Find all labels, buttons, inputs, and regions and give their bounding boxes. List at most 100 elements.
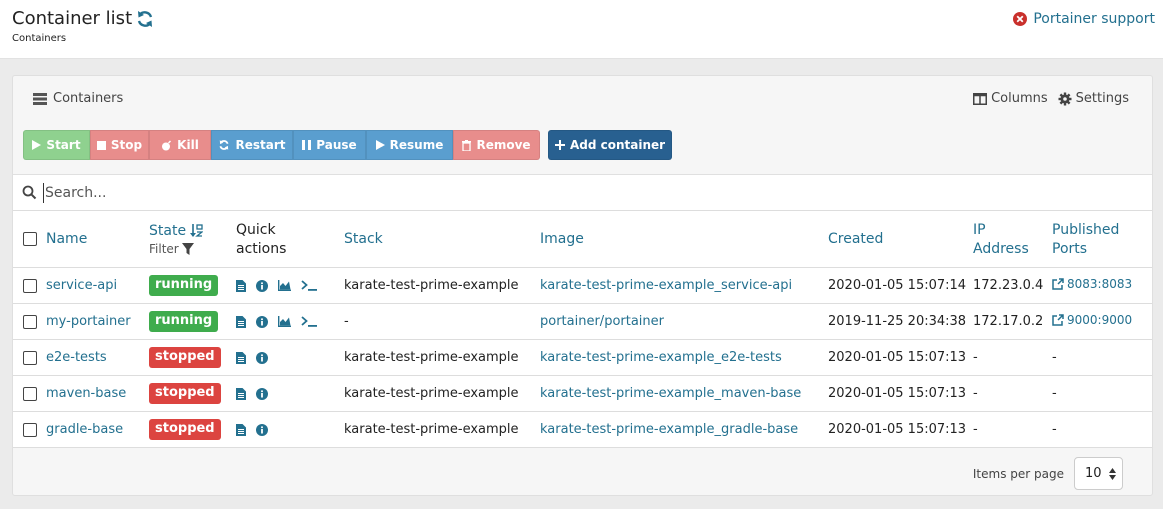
- stats-icon[interactable]: [278, 316, 291, 327]
- state-filter-label: Filter: [149, 241, 179, 256]
- column-header-quick-actions-line1: Quick: [236, 221, 276, 238]
- restart-button[interactable]: Restart: [211, 130, 293, 160]
- published-port-link[interactable]: 8083:8083: [1052, 277, 1132, 291]
- pause-label: Pause: [316, 138, 357, 152]
- column-header-name[interactable]: Name: [46, 231, 87, 247]
- info-icon[interactable]: [256, 423, 268, 436]
- container-name-link[interactable]: e2e-tests: [46, 350, 107, 365]
- table-header-row: Name State Filter Quick actions Stack Im…: [13, 210, 1152, 268]
- kill-button[interactable]: Kill: [149, 130, 211, 160]
- sort-alpha-icon: [190, 224, 204, 237]
- console-icon[interactable]: [301, 316, 317, 327]
- columns-icon: [973, 92, 988, 105]
- resume-button[interactable]: Resume: [366, 130, 453, 160]
- info-icon[interactable]: [256, 351, 268, 364]
- settings-label: Settings: [1075, 91, 1129, 106]
- support-link[interactable]: Portainer support: [1013, 11, 1155, 27]
- published-port-link[interactable]: 9000:9000: [1052, 313, 1132, 327]
- select-all-checkbox[interactable]: [23, 232, 37, 246]
- container-name-link[interactable]: service-api: [46, 278, 117, 293]
- container-name-link[interactable]: gradle-base: [46, 422, 123, 437]
- panel-title: Containers: [33, 91, 123, 106]
- columns-label: Columns: [991, 91, 1048, 106]
- image-link[interactable]: portainer/portainer: [540, 314, 664, 329]
- image-link[interactable]: karate-test-prime-example_gradle-base: [540, 422, 798, 437]
- table-row: gradle-base stopped karate-test-prime-ex…: [13, 411, 1152, 448]
- logs-icon[interactable]: [236, 315, 246, 328]
- image-link[interactable]: karate-test-prime-example_maven-base: [540, 386, 801, 401]
- logs-icon[interactable]: [236, 423, 246, 436]
- row-checkbox[interactable]: [23, 314, 37, 329]
- play-icon: [375, 140, 385, 150]
- logs-icon[interactable]: [236, 351, 246, 364]
- column-header-created[interactable]: Created: [828, 231, 883, 247]
- pause-button[interactable]: Pause: [293, 130, 366, 160]
- select-arrows-icon: [1109, 467, 1116, 480]
- items-per-page-label: Items per page: [972, 466, 1064, 481]
- ip-cell: 172.17.0.2: [973, 303, 1052, 340]
- column-header-image[interactable]: Image: [540, 231, 584, 247]
- stack-cell: -: [344, 303, 540, 340]
- restart-label: Restart: [235, 138, 286, 152]
- panel-header: Containers Columns Settings: [13, 76, 1152, 123]
- state-filter[interactable]: Filter: [149, 242, 236, 256]
- close-circle-icon: [1013, 12, 1028, 26]
- created-cell: 2019-11-25 20:34:38: [828, 303, 973, 340]
- ip-cell: -: [973, 339, 1052, 376]
- status-badge: stopped: [149, 347, 221, 368]
- row-checkbox[interactable]: [23, 350, 37, 365]
- logs-icon[interactable]: [236, 387, 246, 400]
- search-input[interactable]: [45, 182, 1045, 204]
- created-cell: 2020-01-05 15:07:13: [828, 411, 973, 448]
- items-per-page-select[interactable]: 10: [1074, 457, 1123, 490]
- row-checkbox[interactable]: [23, 422, 37, 437]
- remove-button[interactable]: Remove: [453, 130, 540, 160]
- start-label: Start: [46, 138, 81, 152]
- list-icon: [33, 92, 47, 105]
- column-header-ports-line2[interactable]: Ports: [1052, 241, 1152, 257]
- ip-cell: -: [973, 411, 1052, 448]
- stack-cell: karate-test-prime-example: [344, 267, 540, 304]
- refresh-icon[interactable]: [135, 9, 155, 29]
- container-name-link[interactable]: my-portainer: [46, 314, 131, 329]
- image-link[interactable]: karate-test-prime-example_service-api: [540, 278, 792, 293]
- console-icon[interactable]: [301, 280, 317, 291]
- logs-icon[interactable]: [236, 279, 246, 292]
- page-title: Container list: [12, 8, 133, 29]
- external-link-icon: [1052, 278, 1064, 290]
- column-header-ip-line1[interactable]: IP: [973, 222, 1052, 238]
- kill-label: Kill: [177, 138, 199, 152]
- info-icon[interactable]: [256, 387, 268, 400]
- column-header-ports-line1[interactable]: Published: [1052, 222, 1152, 238]
- row-checkbox[interactable]: [23, 278, 37, 293]
- stop-button[interactable]: Stop: [90, 130, 149, 160]
- add-container-button[interactable]: Add container: [548, 130, 672, 160]
- ip-cell: -: [973, 375, 1052, 412]
- stack-cell: karate-test-prime-example: [344, 411, 540, 448]
- plus-icon: [554, 140, 565, 150]
- column-header-state[interactable]: State: [149, 223, 186, 239]
- items-per-page-value: 10: [1085, 466, 1102, 481]
- container-name-link[interactable]: maven-base: [46, 386, 126, 401]
- published-port-cell: -: [1052, 411, 1152, 448]
- start-button[interactable]: Start: [23, 130, 90, 160]
- gear-icon: [1058, 92, 1072, 105]
- stop-label: Stop: [110, 138, 143, 152]
- info-icon[interactable]: [256, 279, 268, 292]
- add-container-label: Add container: [569, 138, 666, 152]
- pause-icon: [302, 140, 312, 150]
- info-icon[interactable]: [256, 315, 268, 328]
- stats-icon[interactable]: [278, 280, 291, 291]
- created-cell: 2020-01-05 15:07:13: [828, 339, 973, 376]
- column-header-stack[interactable]: Stack: [344, 231, 383, 247]
- stack-cell: karate-test-prime-example: [344, 375, 540, 412]
- image-link[interactable]: karate-test-prime-example_e2e-tests: [540, 350, 782, 365]
- external-link-icon: [1052, 314, 1064, 326]
- settings-button[interactable]: Settings: [1058, 91, 1129, 106]
- table-row: maven-base stopped karate-test-prime-exa…: [13, 375, 1152, 412]
- row-checkbox[interactable]: [23, 386, 37, 401]
- filter-icon: [181, 242, 194, 255]
- column-header-ip-line2[interactable]: Address: [973, 241, 1052, 257]
- bomb-icon: [162, 139, 172, 150]
- columns-button[interactable]: Columns: [973, 91, 1048, 106]
